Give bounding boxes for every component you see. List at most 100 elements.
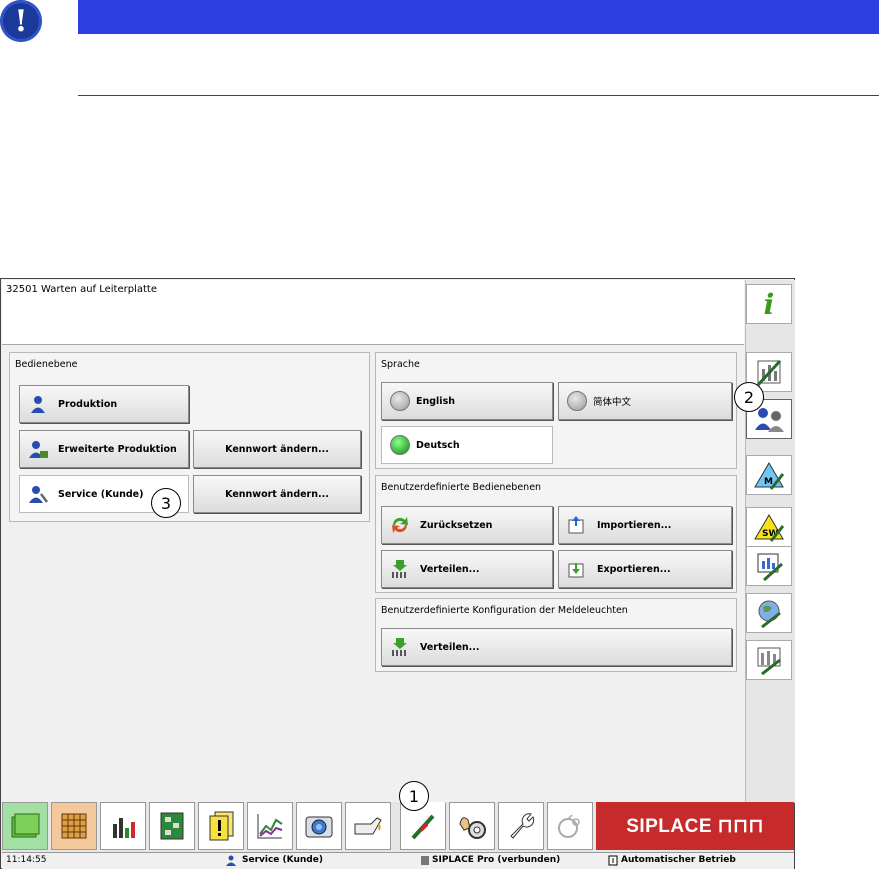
erweiterte-produktion-button[interactable]: Erweiterte Produktion <box>19 430 189 468</box>
oil-button[interactable] <box>345 802 391 850</box>
screwdriver-icon <box>411 814 435 840</box>
statistics-button[interactable] <box>746 546 792 586</box>
alert-document-icon <box>209 811 234 841</box>
network-button[interactable] <box>746 593 792 633</box>
production-view-button[interactable] <box>2 802 48 850</box>
radio-off-icon <box>567 391 587 411</box>
diagnosis-button[interactable] <box>547 802 593 850</box>
bedienebene-title: Bedienebene <box>15 359 78 370</box>
user-service-icon <box>28 484 48 504</box>
callout-2: 2 <box>734 382 764 412</box>
status-bar: 11:14:55 Service (Kunde) SIPLACE Pro (ve… <box>2 852 794 869</box>
camera-button[interactable] <box>296 802 342 850</box>
distribute-button[interactable]: Verteilen... <box>381 550 553 588</box>
stethoscope-icon <box>558 814 580 838</box>
signal-lights-button[interactable] <box>746 640 792 680</box>
grid-icon <box>61 813 87 839</box>
language-chinese-button[interactable]: 简体中文 <box>558 382 732 420</box>
change-password-button-1[interactable]: Kennwort ändern... <box>193 430 361 468</box>
bedienebene-group: Bedienebene Produktion Erweiterte Produk… <box>9 352 370 522</box>
right-toolbar: i M SW <box>745 280 795 803</box>
pcb-icon <box>160 812 184 840</box>
change-password-label-1: Kennwort ändern... <box>225 443 329 455</box>
siplace-logo: SIPLACE ⊓⊓⊓ <box>596 802 794 850</box>
distribute-icon <box>390 559 410 579</box>
callout-3: 3 <box>151 488 181 518</box>
bar-chart-button[interactable] <box>100 802 146 850</box>
radio-on-icon <box>390 435 410 455</box>
station-settings-icon <box>756 359 782 387</box>
software-button[interactable]: SW <box>746 507 792 547</box>
service-tools-button[interactable] <box>498 802 544 850</box>
info-icon: i <box>763 287 775 321</box>
produktion-label: Produktion <box>58 398 118 410</box>
export-label: Exportieren... <box>597 563 671 575</box>
language-deutsch-button[interactable]: Deutsch <box>381 426 553 464</box>
stack-icon <box>11 813 40 838</box>
message-bar: 32501 Warten auf Leiterplatte <box>2 280 744 345</box>
distribute-config-label: Verteilen... <box>420 641 480 653</box>
distribute-config-button[interactable]: Verteilen... <box>381 628 732 666</box>
distribute-icon <box>390 637 410 657</box>
board-button[interactable] <box>149 802 195 850</box>
globe-icon <box>758 600 781 628</box>
custom-config-title: Benutzerdefinierte Konfiguration der Mel… <box>381 605 628 616</box>
trend-button[interactable] <box>247 802 293 850</box>
produktion-button[interactable]: Produktion <box>19 385 189 423</box>
divider <box>78 95 879 96</box>
machine-triangle-icon: M <box>754 462 785 490</box>
export-icon <box>567 559 587 579</box>
trend-chart-icon <box>257 814 283 839</box>
english-label: English <box>416 395 455 407</box>
grid-view-button[interactable] <box>51 802 97 850</box>
chart-monitor-icon <box>757 553 783 581</box>
status-machine-icon <box>420 855 430 869</box>
sprache-group: Sprache English 简体中文 Deutsch <box>375 352 737 469</box>
svg-text:M: M <box>764 477 773 487</box>
user-advanced-icon <box>28 439 48 459</box>
custom-config-group: Benutzerdefinierte Konfiguration der Mel… <box>375 598 737 672</box>
custom-levels-title: Benutzerdefinierte Bedienebenen <box>381 482 542 493</box>
wrench-icon <box>510 813 535 839</box>
software-triangle-icon: SW <box>754 514 785 542</box>
bottom-taskbar: SIPLACE ⊓⊓⊓ <box>2 802 794 852</box>
export-button[interactable]: Exportieren... <box>558 550 732 588</box>
change-password-button-2[interactable]: Kennwort ändern... <box>193 475 361 513</box>
import-icon <box>567 515 587 535</box>
status-mode: Automatischer Betrieb <box>621 855 736 865</box>
radio-off-icon <box>390 391 410 411</box>
oil-can-icon <box>354 817 382 835</box>
status-time: 11:14:55 <box>6 855 47 865</box>
custom-levels-group: Benutzerdefinierte Bedienebenen Zurückse… <box>375 475 737 593</box>
bar-chart-icon <box>113 818 135 838</box>
reset-button[interactable]: Zurücksetzen <box>381 506 553 544</box>
reset-label: Zurücksetzen <box>420 519 493 531</box>
screen-frame: 32501 Warten auf Leiterplatte i M SW Bed… <box>0 278 795 869</box>
import-button[interactable]: Importieren... <box>558 506 732 544</box>
erweiterte-produktion-label: Erweiterte Produktion <box>58 443 177 455</box>
language-english-button[interactable]: English <box>381 382 553 420</box>
change-password-label-2: Kennwort ändern... <box>225 488 329 500</box>
machine-button[interactable]: M <box>746 455 792 495</box>
refresh-icon <box>390 515 410 535</box>
status-mode-icon <box>608 855 618 869</box>
user-icon <box>28 394 48 414</box>
status-connection: SIPLACE Pro (verbunden) <box>432 855 561 865</box>
deutsch-label: Deutsch <box>416 439 460 451</box>
sprache-title: Sprache <box>381 359 420 370</box>
manual-control-button[interactable] <box>449 802 495 850</box>
callout-1: 1 <box>399 781 429 811</box>
hand-gear-icon <box>459 817 486 839</box>
service-kunde-label: Service (Kunde) <box>58 488 144 500</box>
status-user: Service (Kunde) <box>242 855 323 865</box>
alerts-button[interactable] <box>198 802 244 850</box>
warning-icon: ! <box>0 0 42 42</box>
import-label: Importieren... <box>597 519 672 531</box>
camera-icon <box>305 816 333 838</box>
info-button[interactable]: i <box>746 284 792 324</box>
status-user-icon <box>226 855 238 869</box>
message-text: 32501 Warten auf Leiterplatte <box>6 284 157 295</box>
distribute-label: Verteilen... <box>420 563 480 575</box>
chinese-label: 简体中文 <box>593 397 632 408</box>
signal-lights-icon <box>757 647 781 675</box>
